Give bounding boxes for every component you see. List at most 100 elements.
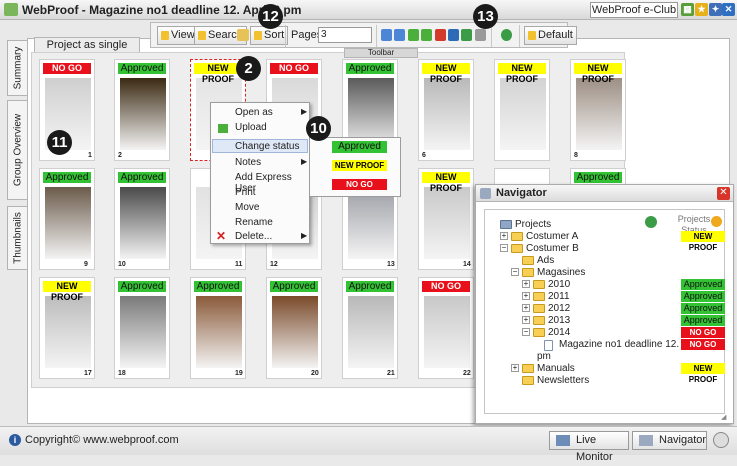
- folder-icon: [533, 292, 545, 301]
- menu-item-notes[interactable]: Notes: [235, 157, 309, 168]
- folder-icon: [511, 232, 523, 241]
- eclub-button[interactable]: WebProof e-Club: [590, 2, 678, 18]
- status-badge: NO GO: [43, 63, 91, 74]
- layers-icon[interactable]: [448, 29, 459, 41]
- status-badge: NEW PROOF: [194, 63, 242, 84]
- grid-icon[interactable]: ▦: [681, 3, 694, 16]
- search-icon: [198, 31, 206, 40]
- arrow-up-icon[interactable]: [408, 29, 419, 41]
- page-thumbnail[interactable]: Approved 9: [39, 168, 95, 270]
- page-number: 12: [270, 261, 278, 268]
- tree-expander-icon[interactable]: −: [511, 268, 519, 276]
- page-thumbnail[interactable]: NEW PROOF 6: [418, 59, 474, 161]
- status-option-approved[interactable]: Approved: [332, 141, 387, 153]
- magnifier-icon[interactable]: [237, 29, 249, 41]
- tree-expander-icon[interactable]: +: [522, 292, 530, 300]
- tree-expander-icon[interactable]: +: [522, 304, 530, 312]
- page-thumbnail[interactable]: Approved 2: [114, 59, 170, 161]
- toolbar-divider: [491, 25, 492, 47]
- status-badge: NEW PROOF: [681, 363, 725, 384]
- view-button[interactable]: View: [157, 26, 199, 45]
- tree-expander-icon[interactable]: +: [500, 232, 508, 240]
- arrow-right-icon[interactable]: [711, 216, 722, 227]
- page-thumbnail[interactable]: Approved 21: [342, 277, 398, 379]
- refresh-green-icon[interactable]: [461, 29, 472, 41]
- folder-icon: [522, 256, 534, 265]
- page-thumbnail[interactable]: NEW PROOF 17: [39, 277, 95, 379]
- page-preview: [45, 187, 91, 259]
- monitor-icon: [556, 435, 570, 446]
- tree-expander-icon[interactable]: +: [511, 364, 519, 372]
- tab-summary[interactable]: Summary: [7, 40, 27, 96]
- pages-input[interactable]: 3: [318, 27, 372, 43]
- tab-thumbnails[interactable]: Thumbnails: [7, 206, 27, 270]
- resize-grip-icon[interactable]: ◢: [721, 413, 726, 421]
- page-thumbnail[interactable]: NEW PROOF 14: [418, 168, 474, 270]
- status-option-new-proof[interactable]: NEW PROOF: [332, 160, 387, 171]
- menu-item-print[interactable]: Print: [235, 187, 309, 198]
- copy-icon[interactable]: [394, 29, 405, 41]
- tree-expander-icon[interactable]: +: [522, 280, 530, 288]
- navigator-title: Navigator: [476, 185, 733, 202]
- page-number: 21: [387, 370, 395, 377]
- tree-item[interactable]: Newsletters: [537, 374, 589, 387]
- user-icon[interactable]: ✦: [709, 3, 722, 16]
- status-submenu: Approved NEW PROOF NO GO: [309, 137, 401, 197]
- page-thumbnail[interactable]: Approved 18: [114, 277, 170, 379]
- folder-icon: [533, 328, 545, 337]
- page-thumbnail[interactable]: Approved 20: [266, 277, 322, 379]
- star-icon[interactable]: ★: [695, 3, 708, 16]
- status-badge: Approved: [681, 315, 725, 326]
- status-badge: Approved: [118, 172, 166, 183]
- close-icon[interactable]: ✕: [717, 187, 730, 200]
- tab-group-overview[interactable]: Group Overview: [7, 100, 27, 200]
- tree-expander-icon[interactable]: +: [522, 316, 530, 324]
- toolbar-tab[interactable]: Toolbar: [344, 48, 418, 58]
- page-preview: [424, 187, 470, 259]
- menu-item-open-as[interactable]: Open as: [235, 107, 309, 118]
- info-icon[interactable]: i: [9, 434, 21, 446]
- reload-icon[interactable]: [501, 29, 512, 41]
- live-monitor-button[interactable]: Live Monitor: [549, 431, 629, 463]
- arrow-down-icon[interactable]: [421, 29, 432, 41]
- status-badge: Approved: [118, 281, 166, 292]
- folder-icon: [533, 316, 545, 325]
- status-badge: NEW PROOF: [43, 281, 91, 302]
- webproof-logo-icon: [4, 3, 18, 16]
- menu-item-delete[interactable]: Delete...: [235, 231, 309, 242]
- pdf-icon[interactable]: [435, 29, 446, 41]
- menu-item-upload[interactable]: Upload: [235, 122, 309, 133]
- page-number: 20: [311, 370, 319, 377]
- submenu-arrow-icon: ▶: [301, 107, 308, 116]
- tree-expander-icon[interactable]: −: [522, 328, 530, 336]
- page-thumbnail[interactable]: Approved 10: [114, 168, 170, 270]
- tree-expander-icon[interactable]: −: [500, 244, 508, 252]
- page-thumbnail[interactable]: NEW PROOF: [494, 59, 550, 161]
- page-preview: [424, 78, 470, 150]
- page-thumbnail[interactable]: NO GO 22: [418, 277, 474, 379]
- callout-marker: 10: [306, 116, 331, 141]
- upload-icon: [218, 124, 228, 133]
- status-badge: Approved: [574, 172, 622, 183]
- status-option-no-go[interactable]: NO GO: [332, 179, 387, 190]
- status-badge: NEW PROOF: [422, 172, 470, 193]
- callout-marker: 12: [258, 4, 283, 29]
- callout-marker: 11: [47, 130, 72, 155]
- page-thumbnail[interactable]: NEW PROOF 8: [570, 59, 626, 161]
- menu-item-change-status[interactable]: Change status: [235, 141, 309, 152]
- status-badge: Approved: [194, 281, 242, 292]
- default-button[interactable]: Default: [524, 26, 577, 45]
- status-badge: NO GO: [681, 339, 725, 350]
- folder-icon: [522, 268, 534, 277]
- navigator-button[interactable]: Navigator: [632, 431, 707, 450]
- status-badge: Approved: [43, 172, 91, 183]
- toolbar-divider: [519, 25, 520, 47]
- refresh-icon[interactable]: [645, 216, 657, 228]
- menu-item-rename[interactable]: Rename: [235, 217, 309, 228]
- menu-item-move[interactable]: Move: [235, 202, 309, 213]
- close-icon[interactable]: ✕: [722, 3, 735, 16]
- document-icon[interactable]: [381, 29, 392, 41]
- page-thumbnail[interactable]: Approved 19: [190, 277, 246, 379]
- tab-project-single-pages[interactable]: Project as single pages: [34, 37, 140, 65]
- print-icon[interactable]: [475, 29, 486, 41]
